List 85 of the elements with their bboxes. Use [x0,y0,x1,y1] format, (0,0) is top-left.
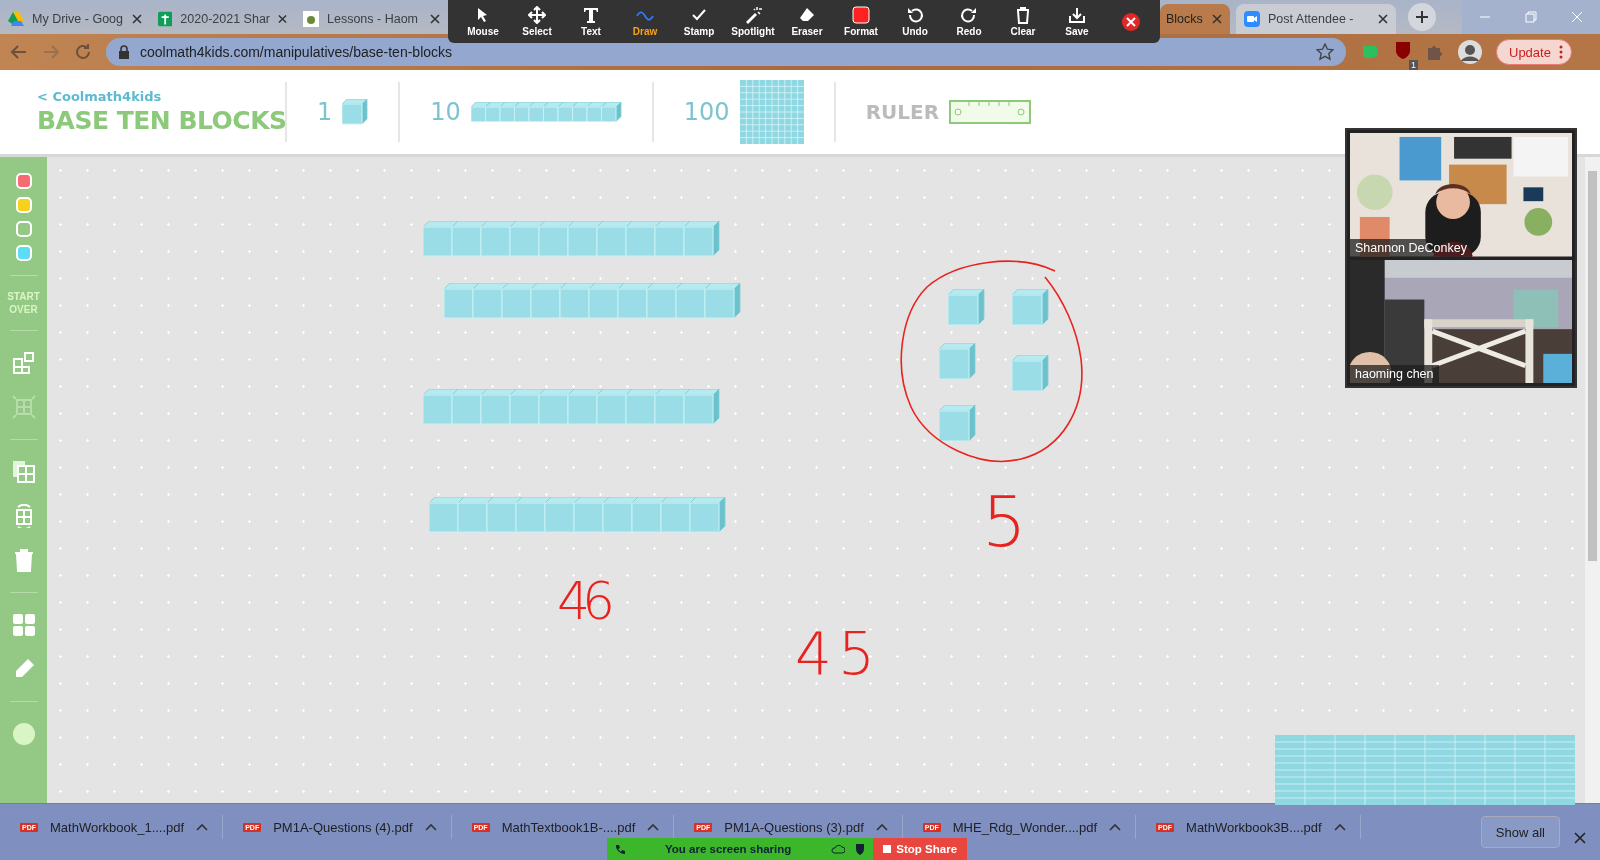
hundred-flat[interactable] [1275,735,1575,805]
phone-icon [615,844,625,854]
avatar-icon [1458,40,1482,64]
video-camera-icon [1244,11,1260,27]
shrink-icon [11,395,36,419]
math-symbols-icon [11,613,36,637]
hundred-flat[interactable] [739,80,804,144]
undo-icon [906,6,924,24]
color-swatch[interactable] [15,173,32,189]
chevron-up-icon [1109,823,1122,831]
ten-rod[interactable] [470,101,622,123]
handwritten-number: 46 [557,575,608,627]
browser-tab[interactable]: Blocks [1160,4,1230,34]
puzzle-icon [1426,43,1444,61]
plus-icon [1415,10,1429,24]
stop-icon [883,845,892,853]
update-button[interactable]: Update [1496,39,1572,65]
unit-cube[interactable] [1012,355,1049,392]
unit-cube[interactable] [1012,289,1049,326]
color-swatch[interactable] [15,245,32,261]
close-icon [278,14,287,24]
block-label: 10 [430,98,461,126]
close-icon [1554,0,1600,34]
browser-tab[interactable]: Lessons - Haom [295,4,448,34]
spreadsheet-icon [158,11,173,27]
text-icon [582,6,600,24]
ten-rod[interactable] [423,221,720,257]
page-icon [303,11,319,27]
scrollbar-thumb[interactable] [1588,171,1597,561]
download-icon [1068,6,1086,24]
color-swatch[interactable] [15,197,32,213]
cloud-icon [831,844,846,854]
forward-icon [42,43,60,61]
trash-icon [1014,6,1032,24]
participant-name: haoming chen [1350,365,1439,383]
browser-tab[interactable]: Post Attendee - [1236,4,1396,34]
lock-icon [118,45,130,59]
block-label: 100 [683,98,730,126]
ten-rod[interactable] [423,389,720,425]
chevron-up-icon [647,823,660,831]
duplicate-icon [11,460,36,484]
handwritten-number: 5 [982,487,1027,557]
blocks-icon [11,351,36,375]
drive-icon [8,12,24,26]
ten-rod[interactable] [429,497,726,533]
color-swatch[interactable] [15,221,32,237]
close-icon [1378,14,1388,24]
ruler-icon [949,100,1032,124]
close-icon [1122,12,1140,31]
chevron-up-icon [875,823,888,831]
redo-icon [960,6,978,24]
browser-tab[interactable]: 2020-2021 Shar [150,4,295,34]
more-icon [1558,45,1563,59]
close-icon [430,14,440,24]
wand-icon [744,6,762,24]
chevron-up-icon [424,823,437,831]
close-icon [1574,831,1586,844]
unit-cube[interactable] [939,343,976,380]
ten-rod[interactable] [444,283,741,319]
stop-share-button[interactable]: Stop Share [873,838,968,860]
app-title: BASE TEN BLOCKS [37,106,285,135]
unit-cube[interactable] [939,405,976,442]
reload-icon [74,43,92,61]
minimize-icon [1462,0,1508,34]
extension-badge: 1 [1409,60,1418,70]
unit-cube[interactable] [948,289,985,326]
browser-tab[interactable]: My Drive - Goog [0,4,150,34]
shield-icon [855,843,866,855]
move-icon [528,6,546,24]
square-icon [852,6,870,24]
back-icon [10,43,28,61]
new-tab-button[interactable] [1408,3,1436,31]
show-all-button[interactable]: Show all [1480,816,1560,848]
close-icon [1212,14,1222,24]
handwritten-number: 45 [795,625,881,683]
unit-cube[interactable] [342,99,369,125]
close-icon [132,14,142,24]
star-icon [1316,43,1334,61]
sharing-status: You are screen sharing [665,843,792,855]
shield-icon [1394,40,1412,60]
chevron-up-icon [196,823,209,831]
block-label: 1 [317,98,333,126]
eraser-icon [798,6,816,24]
chevron-up-icon [1333,823,1346,831]
block-label: RULER [865,100,940,124]
